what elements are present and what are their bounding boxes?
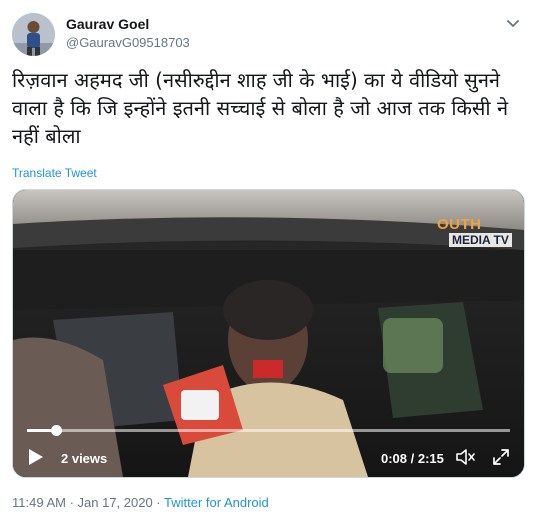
channel-logo-line1: OUTH [437,216,482,233]
volume-icon[interactable] [454,446,476,468]
chevron-down-icon[interactable] [504,14,522,32]
tweet-source[interactable]: Twitter for Android [164,495,269,510]
channel-logo-line2: MEDIA TV [449,233,512,247]
channel-logo: OUTH MEDIA TV [423,210,515,254]
video-view-count: 2 views [61,451,108,466]
translate-tweet-link[interactable]: Translate Tweet [12,166,97,180]
user-handle[interactable]: @GauravG09518703 [66,35,190,50]
video-player[interactable]: OUTH MEDIA TV 2 views 0:08 / 2:15 [12,189,525,478]
user-display-name[interactable]: Gaurav Goel [66,16,149,32]
video-progress-knob[interactable] [50,425,62,436]
tweet-meta: 11:49 AM · Jan 17, 2020 · Twitter for An… [12,495,269,510]
video-progress-bar[interactable] [27,425,510,436]
avatar[interactable] [12,13,55,56]
tweet-card: Gaurav Goel @GauravG09518703 रिज़वान अहम… [0,0,534,514]
play-icon[interactable] [27,447,45,467]
tweet-text: रिज़वान अहमद जी (नसीरुद्दीन शाह जी के भा… [12,68,509,148]
tweet-timestamp[interactable]: 11:49 AM · Jan 17, 2020 · [12,495,164,510]
fullscreen-icon[interactable] [491,447,511,467]
video-time: 0:08 / 2:15 [381,451,444,466]
